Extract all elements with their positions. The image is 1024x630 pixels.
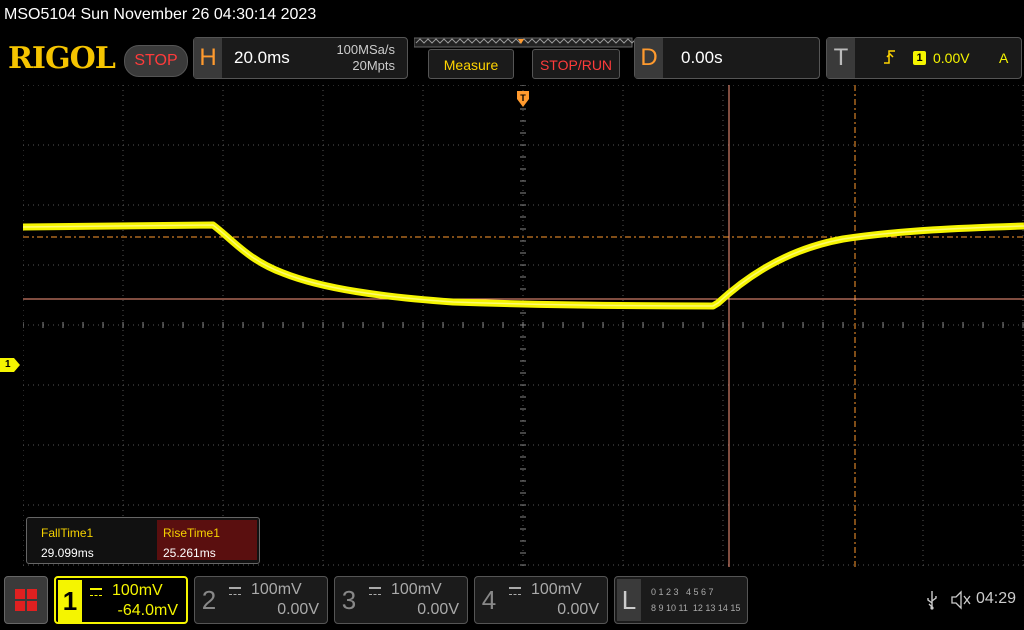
dc-coupling-icon (509, 587, 521, 595)
rising-edge-icon (883, 49, 897, 70)
top-toolbar: RIGOL STOP H 20.0ms 100MSa/s 20Mpts Meas… (0, 37, 1024, 83)
svg-text:T: T (520, 93, 526, 103)
channel-4-scale: 100mV (531, 581, 582, 598)
stop-run-button[interactable]: STOP/RUN (532, 49, 620, 79)
logic-analyzer-panel[interactable]: L 0 1 2 3 4 5 6 7 8 9 10 11 12 13 14 15 (614, 576, 748, 624)
trigger-position-strip (414, 37, 634, 48)
delay-letter: D (635, 38, 663, 78)
channel-1-offset: -64.0mV (117, 602, 178, 619)
channel-2-panel[interactable]: 2 100mV 0.00V (194, 576, 328, 624)
rise-time-cell[interactable]: RiseTime1 25.261ms (157, 520, 257, 560)
channel-3-panel[interactable]: 3 100mV 0.00V (334, 576, 468, 624)
channel-1-scale: 100mV (112, 582, 163, 599)
mute-icon[interactable] (950, 590, 972, 615)
logic-channels-row-1: 0 1 2 3 4 5 6 7 (651, 587, 714, 597)
delay-panel[interactable]: D 0.00s (634, 37, 820, 79)
dc-coupling-icon (229, 587, 241, 595)
measurement-panel[interactable]: FallTime1 29.099ms RiseTime1 25.261ms (26, 517, 260, 564)
horizontal-letter: H (194, 38, 222, 78)
timebase-value: 20.0ms (234, 48, 290, 67)
trigger-source-badge: 1 (913, 51, 926, 65)
dc-coupling-icon (90, 588, 102, 596)
channel-3-scale: 100mV (391, 581, 442, 598)
channel-2-scale: 100mV (251, 581, 302, 598)
rigol-logo: RIGOL (8, 41, 116, 76)
fall-time-value: 29.099ms (41, 546, 94, 560)
dc-coupling-icon (369, 587, 381, 595)
usb-icon (926, 590, 938, 615)
channel-3-offset: 0.00V (417, 601, 459, 618)
measure-button[interactable]: Measure (428, 49, 514, 79)
memory-depth: 20Mpts (352, 58, 395, 73)
trigger-position-marker[interactable]: T (516, 90, 530, 115)
channel-1-panel[interactable]: 1 100mV -64.0mV (54, 576, 188, 624)
channel-1-number: 1 (58, 580, 82, 622)
delay-value: 0.00s (681, 48, 723, 67)
window-title: MSO5104 Sun November 26 04:30:14 2023 (4, 6, 317, 23)
clock: 04:29 (976, 590, 1017, 607)
channel-2-number: 2 (201, 585, 217, 615)
channel-3-number: 3 (341, 585, 357, 615)
sample-rate: 100MSa/s (336, 42, 395, 57)
bottom-bar: 1 100mV -64.0mV 2 100mV 0.00V 3 100mV 0.… (0, 572, 1024, 630)
trigger-level: 0.00V (933, 50, 970, 66)
fall-time-label: FallTime1 (41, 526, 94, 540)
trigger-mode: A (999, 50, 1009, 66)
menu-button[interactable] (4, 576, 48, 624)
logic-letter: L (617, 579, 641, 621)
fall-time-cell[interactable]: FallTime1 29.099ms (29, 520, 155, 560)
horizontal-panel[interactable]: H 20.0ms 100MSa/s 20Mpts (193, 37, 408, 79)
trigger-panel[interactable]: T 1 0.00V A (826, 37, 1022, 79)
channel-4-offset: 0.00V (557, 601, 599, 618)
waveform-display[interactable] (23, 85, 1024, 567)
grid-menu-icon (15, 589, 37, 616)
rise-time-value: 25.261ms (163, 546, 216, 560)
ch1-offset-marker[interactable]: 1 (0, 358, 20, 372)
channel-4-number: 4 (481, 585, 497, 615)
run-state-indicator[interactable]: STOP (124, 45, 188, 77)
rise-time-label: RiseTime1 (163, 526, 220, 540)
channel-4-panel[interactable]: 4 100mV 0.00V (474, 576, 608, 624)
logic-channels-row-2: 8 9 10 11 12 13 14 15 (651, 603, 741, 613)
channel-2-offset: 0.00V (277, 601, 319, 618)
trigger-letter: T (827, 38, 855, 78)
